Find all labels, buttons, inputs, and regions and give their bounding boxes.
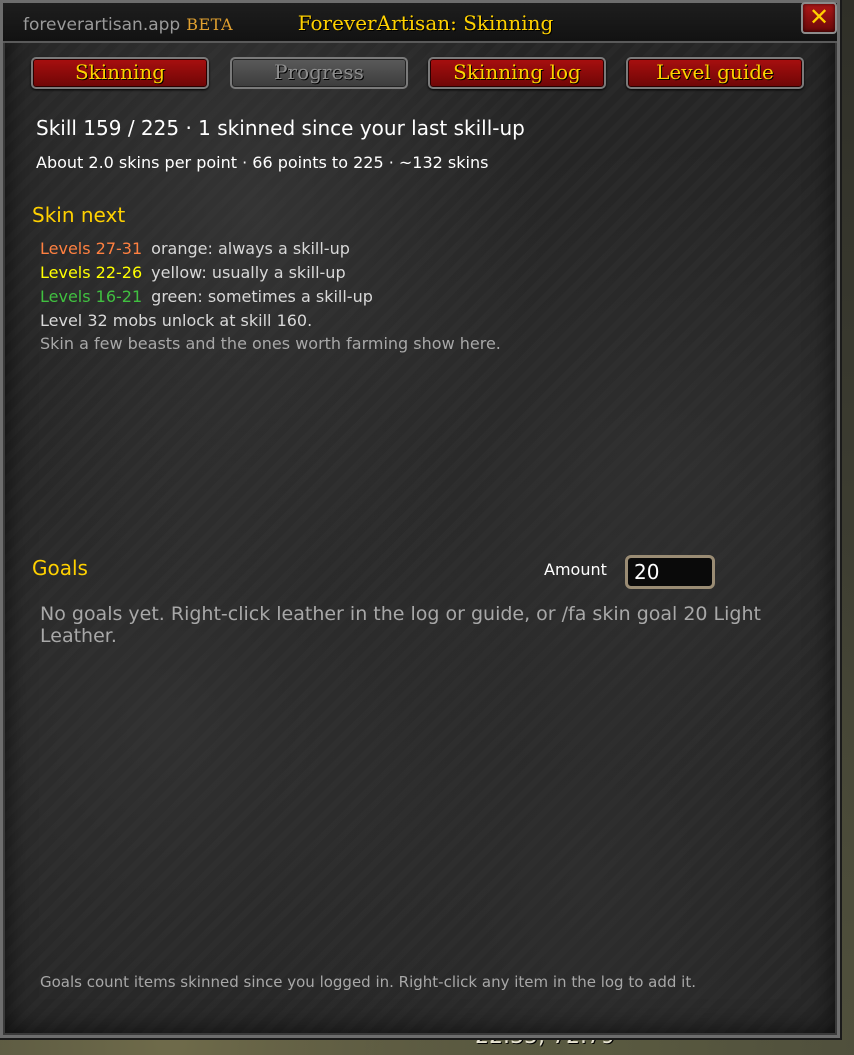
tab-level-guide[interactable]: Level guide [626,57,804,89]
tab-skinning[interactable]: Skinning [31,57,209,89]
skin-next-row: Levels 16-21 green: sometimes a skill-up [40,287,373,306]
skin-next-row: Levels 27-31 orange: always a skill-up [40,239,350,258]
level-range-yellow: Levels 22-26 [40,263,143,282]
level-range-green: Levels 16-21 [40,287,143,306]
amount-input[interactable] [625,555,715,589]
level-range-orange: Levels 27-31 [40,239,143,258]
skin-next-heading: Skin next [32,203,126,227]
close-icon: ✕ [808,3,830,31]
skill-summary: Skill 159 / 225 · 1 skinned since your l… [36,116,525,140]
site-name: foreverartisan.app [23,15,181,35]
goals-heading: Goals [32,556,88,580]
skin-next-hint: Skin a few beasts and the ones worth far… [40,334,501,353]
window-title: ForeverArtisan: Skinning [297,11,554,35]
close-button[interactable]: ✕ [801,2,837,34]
tab-skinning-log[interactable]: Skinning log [428,57,606,89]
level-desc: green: sometimes a skill-up [151,287,373,306]
level-desc: yellow: usually a skill-up [151,263,346,282]
title-bar[interactable]: foreverartisan.app BETA ForeverArtisan: S… [3,3,837,43]
skin-next-row: Levels 22-26 yellow: usually a skill-up [40,263,346,282]
tab-bar: Skinning Progress Skinning log Level gui… [31,57,809,91]
unlock-note: Level 32 mobs unlock at skill 160. [40,311,313,330]
level-desc: orange: always a skill-up [151,239,350,258]
tab-progress: Progress [230,57,408,89]
site-label: foreverartisan.app BETA [23,15,233,35]
goals-footer-note: Goals count items skinned since you logg… [40,973,696,991]
amount-label: Amount [544,560,607,579]
addon-window: foreverartisan.app BETA ForeverArtisan: S… [0,0,842,1040]
skill-rate: About 2.0 skins per point · 66 points to… [36,153,489,172]
goals-empty-message: No goals yet. Right-click leather in the… [40,603,761,647]
beta-badge: BETA [186,15,234,34]
